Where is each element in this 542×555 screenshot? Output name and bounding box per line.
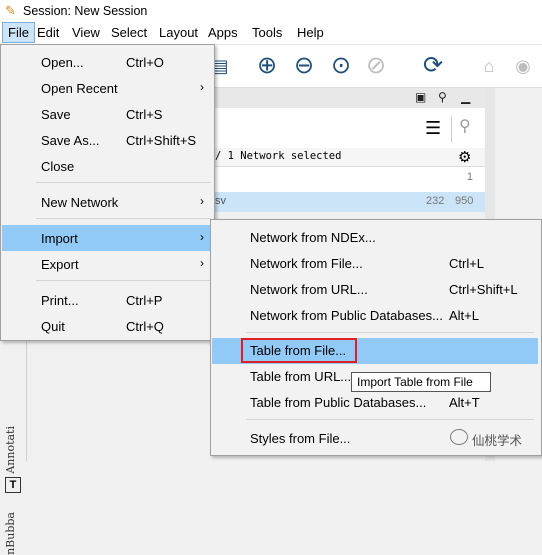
minimize-icon[interactable]: ▁ xyxy=(461,90,470,104)
text-annotation-icon[interactable]: T xyxy=(5,477,21,493)
menu-view[interactable]: View xyxy=(67,22,105,43)
options-menu-icon[interactable]: ☰ xyxy=(425,118,441,139)
menu-item-label: Network from URL... xyxy=(250,282,368,297)
tooltip: Import Table from File xyxy=(351,372,491,392)
wechat-logo-icon xyxy=(450,429,468,445)
chevron-right-icon: › xyxy=(200,256,204,270)
node-count: 232 xyxy=(426,195,445,207)
menu-layout[interactable]: Layout xyxy=(154,22,203,43)
highlight-callout-box xyxy=(241,338,357,363)
menu-item-label: Close xyxy=(41,159,75,174)
menu-item-shortcut: Alt+L xyxy=(449,308,479,323)
menu-bar: File Edit View Select Layout Apps Tools … xyxy=(0,22,542,45)
menu-item-label: Save As... xyxy=(41,133,100,148)
menu-item-save-as[interactable]: Save As... Ctrl+Shift+S xyxy=(2,127,213,153)
menu-item-save[interactable]: Save Ctrl+S xyxy=(2,101,213,127)
float-panel-icon[interactable]: ▣ xyxy=(415,90,426,104)
search-row: ☰ ⚲ xyxy=(215,110,485,149)
network-name: sv xyxy=(215,195,226,207)
watermark-text: 仙桃学术 xyxy=(472,434,523,448)
file-menu-dropdown: Open... Ctrl+O Open Recent › Save Ctrl+S… xyxy=(0,44,215,341)
zoom-in-icon[interactable]: ⊕ xyxy=(252,51,282,81)
menu-item-shortcut: Ctrl+P xyxy=(126,293,163,308)
menu-item-label: Open... xyxy=(41,55,84,70)
menu-item-print[interactable]: Print... Ctrl+P xyxy=(2,287,213,313)
menu-item-label: Network from NDEx... xyxy=(250,230,376,245)
cytoscape-app-icon: ✎ xyxy=(5,3,16,18)
divider xyxy=(451,116,452,142)
menu-item-label: Styles from File... xyxy=(250,431,351,446)
window-title: Session: New Session xyxy=(23,4,148,18)
search-icon[interactable]: ⚲ xyxy=(459,116,471,136)
import-submenu: Network from NDEx... Network from File..… xyxy=(210,219,542,456)
panel-header: ▣ ⚲ ▁ xyxy=(215,88,485,108)
gear-icon[interactable]: ⚙ xyxy=(458,148,471,166)
menu-help[interactable]: Help xyxy=(292,22,329,43)
menu-item-shortcut: Ctrl+S xyxy=(126,107,163,122)
menu-item-shortcut: Ctrl+Q xyxy=(126,319,164,334)
zoom-out-icon[interactable]: ⊖ xyxy=(289,51,319,81)
zoom-selected-icon[interactable]: ⊘ xyxy=(361,51,391,81)
menu-item-label: Table from Public Databases... xyxy=(250,395,427,410)
menu-item-label: Import xyxy=(41,231,78,246)
menu-edit[interactable]: Edit xyxy=(32,22,64,43)
menu-item-label: New Network xyxy=(41,195,119,210)
menu-item-label: Export xyxy=(41,257,79,272)
hide-icon[interactable]: ◉ xyxy=(508,51,538,81)
chevron-right-icon: › xyxy=(200,194,204,208)
menu-item-label: Network from File... xyxy=(250,256,363,271)
annotation-tab-label[interactable]: Annotati xyxy=(4,426,17,474)
edge-count: 950 xyxy=(455,195,474,207)
menu-separator xyxy=(36,182,211,183)
menu-item-label: Table from URL... xyxy=(250,369,352,384)
menu-item-open-recent[interactable]: Open Recent › xyxy=(2,75,213,101)
menu-item-label: Save xyxy=(41,107,71,122)
menu-separator xyxy=(246,419,534,420)
submenu-item-network-from-url[interactable]: Network from URL... Ctrl+Shift+L xyxy=(212,277,538,303)
submenu-item-network-from-ndex[interactable]: Network from NDEx... xyxy=(212,225,538,251)
menu-file[interactable]: File xyxy=(2,22,35,43)
menu-item-label: Open Recent xyxy=(41,81,118,96)
chevron-right-icon: › xyxy=(200,230,204,244)
menu-item-quit[interactable]: Quit Ctrl+Q xyxy=(2,313,213,339)
menu-select[interactable]: Select xyxy=(106,22,152,43)
menu-apps[interactable]: Apps xyxy=(203,22,243,43)
network-panel: ▣ ⚲ ▁ ☰ ⚲ / 1 Network selected ⚙ 1 sv 23… xyxy=(215,88,485,212)
menu-item-open[interactable]: Open... Ctrl+O xyxy=(2,49,213,75)
network-selected-status: / 1 Network selected xyxy=(215,150,342,162)
chevron-right-icon: › xyxy=(200,80,204,94)
menu-item-shortcut: Alt+T xyxy=(449,395,480,410)
menu-item-shortcut: Ctrl+O xyxy=(126,55,164,70)
menu-item-label: Network from Public Databases... xyxy=(250,308,443,323)
menu-item-new-network[interactable]: New Network › xyxy=(2,189,213,215)
menu-item-label: Print... xyxy=(41,293,79,308)
refresh-icon[interactable]: ⟳ xyxy=(418,51,448,81)
menu-separator xyxy=(36,218,211,219)
menu-item-shortcut: Ctrl+Shift+S xyxy=(126,133,197,148)
table-row[interactable]: 1 xyxy=(215,168,485,188)
bubba-tab-label[interactable]: nBubba xyxy=(4,512,17,555)
menu-separator xyxy=(246,332,534,333)
submenu-item-network-from-file[interactable]: Network from File... Ctrl+L xyxy=(212,251,538,277)
menu-item-close[interactable]: Close xyxy=(2,153,213,179)
menu-item-import[interactable]: Import › xyxy=(2,225,213,251)
zoom-fit-icon[interactable]: ⊙ xyxy=(326,51,356,81)
menu-item-label: Quit xyxy=(41,319,65,334)
menu-separator xyxy=(36,280,211,281)
menu-tools[interactable]: Tools xyxy=(247,22,287,43)
pin-icon[interactable]: ⚲ xyxy=(438,90,447,104)
menu-item-export[interactable]: Export › xyxy=(2,251,213,277)
home-icon[interactable]: ⌂ xyxy=(474,51,504,81)
network-status-row: / 1 Network selected ⚙ xyxy=(215,148,485,167)
menu-item-shortcut: Ctrl+L xyxy=(449,256,485,271)
submenu-item-network-from-public-db[interactable]: Network from Public Databases... Alt+L xyxy=(212,303,538,329)
menu-item-shortcut: Ctrl+Shift+L xyxy=(449,282,518,297)
collection-count: 1 xyxy=(466,171,473,183)
submenu-item-table-from-public-db[interactable]: Table from Public Databases... Alt+T xyxy=(212,390,538,416)
table-row-selected[interactable]: sv 232 950 xyxy=(215,192,485,212)
title-bar: ✎ Session: New Session xyxy=(0,0,542,22)
